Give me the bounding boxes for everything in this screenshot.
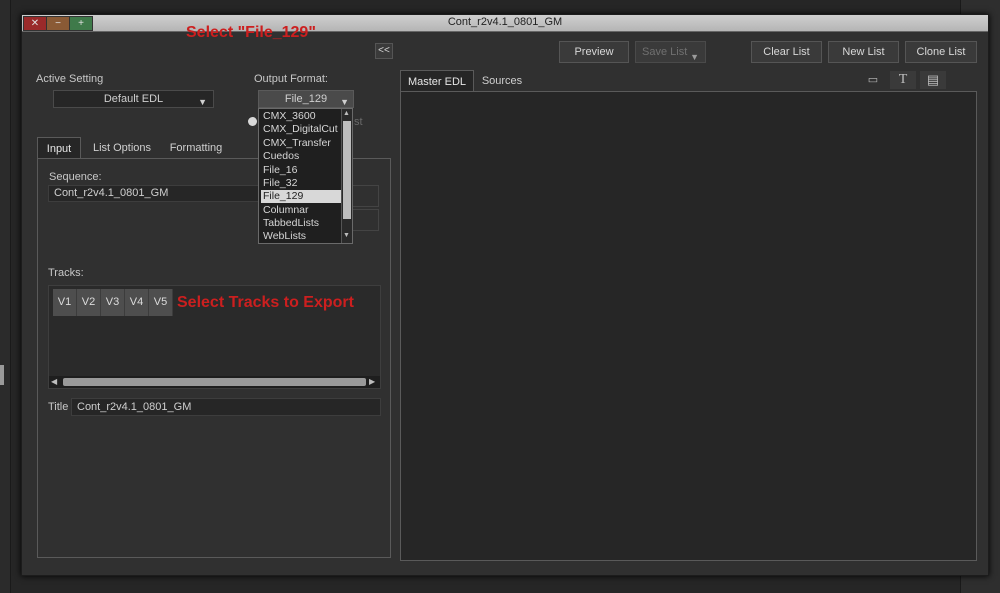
option-cmx-transfer[interactable]: CMX_Transfer [261,137,341,150]
save-list-button[interactable]: Save List ▼ [635,41,706,63]
title-field[interactable]: Cont_r2v4.1_0801_GM [71,398,381,416]
scroll-right-icon[interactable]: ▶ [369,377,375,386]
option-cuedos[interactable]: Cuedos [261,150,341,163]
tab-list-options[interactable]: List Options [87,137,157,159]
tab-formatting[interactable]: Formatting [163,137,229,159]
active-setting-dropdown[interactable]: Default EDL ▼ [53,90,214,108]
window-title: Cont_r2v4.1_0801_GM [447,16,563,28]
edl-view[interactable] [400,91,977,561]
sequence-button-2[interactable] [349,209,379,231]
save-list-label: Save List [642,46,688,58]
scroll-left-icon[interactable]: ◀ [51,377,57,386]
output-format-label: Output Format: [254,73,328,85]
track-buttons: V1 V2 V3 V4 V5 [53,289,173,316]
view-mode-icons: ▭ T ▤ [860,71,950,89]
active-setting-value: Default EDL [103,93,164,105]
tape-icon[interactable]: ▭ [860,71,886,89]
option-file-129[interactable]: File_129 [261,190,341,203]
chevron-down-icon: ▼ [690,52,699,62]
tracks-horizontal-scrollbar[interactable]: ◀ ▶ [49,376,380,388]
preview-button[interactable]: Preview [559,41,629,63]
track-v2-button[interactable]: V2 [77,289,101,316]
collapse-panel-button[interactable]: << [375,43,393,59]
track-v3-button[interactable]: V3 [101,289,125,316]
sequence-button[interactable] [349,185,379,207]
output-format-value: File_129 [284,93,328,105]
sequence-label: Sequence: [49,171,102,183]
chevron-down-icon: ▼ [198,97,207,107]
option-file-32[interactable]: File_32 [261,177,341,190]
title-label: Title [48,401,69,413]
output-format-options-list[interactable]: CMX_3600 CMX_DigitalCut CMX_Transfer Cue… [258,108,353,244]
annotation-select-format: Select "File_129" [186,24,316,41]
left-tab-bar: Input List Options Formatting [37,137,277,159]
list-icon[interactable]: ▤ [920,71,946,89]
track-v4-button[interactable]: V4 [125,289,149,316]
option-columnar[interactable]: Columnar [261,204,341,217]
scroll-up-icon[interactable]: ▲ [343,110,350,117]
output-format-dropdown[interactable]: File_129 ▼ [258,90,354,108]
options-scroll-thumb[interactable] [343,121,351,219]
option-file-16[interactable]: File_16 [261,164,341,177]
tab-input[interactable]: Input [37,137,81,159]
active-setting-label: Active Setting [36,73,104,85]
track-v5-button[interactable]: V5 [149,289,173,316]
list-tool-window: ✕ − + Cont_r2v4.1_0801_GM Select "File_1… [21,14,989,576]
radio-button[interactable] [248,117,257,126]
clone-list-button[interactable]: Clone List [905,41,977,63]
new-list-button[interactable]: New List [828,41,899,63]
tab-sources[interactable]: Sources [478,70,526,92]
left-edge-panel [0,0,11,593]
option-cmx-3600[interactable]: CMX_3600 [261,110,341,123]
scrollbar-thumb[interactable] [63,378,366,386]
options-scrollbar[interactable]: ▲ ▼ [341,109,352,243]
tracks-label: Tracks: [48,267,84,279]
option-weblists[interactable]: WebLists [261,230,341,243]
clear-list-button[interactable]: Clear List [751,41,822,63]
partially-hidden-label: st [354,116,363,128]
tab-master-edl[interactable]: Master EDL [400,70,474,92]
option-cmx-digitalcut[interactable]: CMX_DigitalCut [261,123,341,136]
title-bar[interactable]: ✕ − + Cont_r2v4.1_0801_GM [22,15,988,32]
scroll-down-icon[interactable]: ▼ [343,232,350,239]
tracks-area: V1 V2 V3 V4 V5 Select Tracks to Export ◀… [48,285,381,389]
track-v1-button[interactable]: V1 [53,289,77,316]
panel-splitter-handle[interactable] [0,365,4,385]
annotation-select-tracks: Select Tracks to Export [177,294,354,311]
sequence-field[interactable]: Cont_r2v4.1_0801_GM [48,185,279,202]
text-icon[interactable]: T [890,71,916,89]
right-tab-bar: Master EDL Sources [400,70,560,92]
option-tabbedlists[interactable]: TabbedLists [261,217,341,230]
